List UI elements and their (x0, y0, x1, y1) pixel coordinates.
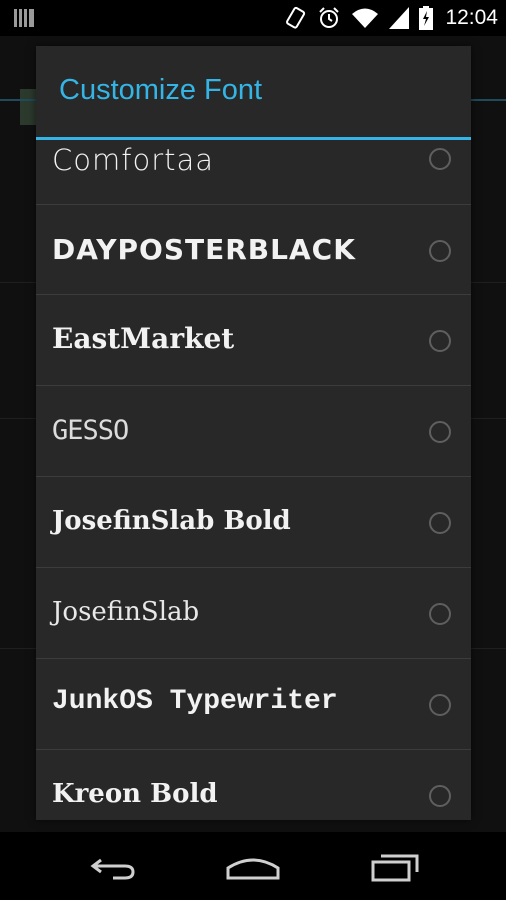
font-option-label: GESSO (52, 415, 129, 446)
font-option-label: Kreon Bold (52, 779, 218, 809)
font-option-label: JunkOS Typewriter (52, 686, 338, 717)
rotate-icon (286, 6, 306, 29)
navigation-bar (0, 832, 506, 900)
customize-font-dialog: Comfortaa DayPosterBlack EastMarket GESS… (36, 46, 471, 820)
radio-button[interactable] (429, 330, 451, 352)
dialog-title-divider (36, 137, 471, 140)
font-option-eastmarket[interactable]: EastMarket (36, 296, 471, 386)
font-option-label: EastMarket (52, 322, 235, 355)
font-option-gesso[interactable]: GESSO (36, 387, 471, 477)
font-option-dayposterblack[interactable]: DayPosterBlack (36, 205, 471, 295)
home-icon[interactable] (223, 850, 283, 884)
radio-button[interactable] (429, 785, 451, 807)
radio-button[interactable] (429, 603, 451, 625)
status-bar: 12:04 (0, 0, 506, 36)
signal-icon (389, 7, 410, 29)
font-option-label: DayPosterBlack (52, 233, 356, 266)
notification-icon (14, 9, 34, 27)
font-option-josefinslab-bold[interactable]: JosefinSlab Bold (36, 478, 471, 568)
dialog-header: Customize Font (36, 46, 471, 137)
font-option-comfortaa[interactable]: Comfortaa (36, 140, 471, 205)
font-option-label: JosefinSlab Bold (52, 506, 291, 536)
font-option-junkos-typewriter[interactable]: JunkOS Typewriter (36, 660, 471, 750)
alarm-icon (319, 7, 340, 28)
font-option-label: JosefinSlab (52, 597, 200, 627)
font-option-label: Comfortaa (52, 143, 215, 177)
radio-button[interactable] (429, 694, 451, 716)
recent-apps-icon[interactable] (365, 850, 425, 884)
app-icon (20, 89, 36, 125)
wifi-icon (352, 8, 379, 28)
radio-button[interactable] (429, 240, 451, 262)
battery-charging-icon (419, 6, 434, 30)
font-option-kreon-bold[interactable]: Kreon Bold (36, 751, 471, 820)
font-option-josefinslab[interactable]: JosefinSlab (36, 569, 471, 659)
radio-button[interactable] (429, 512, 451, 534)
dialog-title: Customize Font (59, 74, 263, 106)
radio-button[interactable] (429, 421, 451, 443)
radio-button[interactable] (429, 148, 451, 170)
font-list[interactable]: Comfortaa DayPosterBlack EastMarket GESS… (36, 140, 471, 820)
status-clock: 12:04 (445, 6, 498, 29)
back-icon[interactable] (83, 850, 143, 884)
